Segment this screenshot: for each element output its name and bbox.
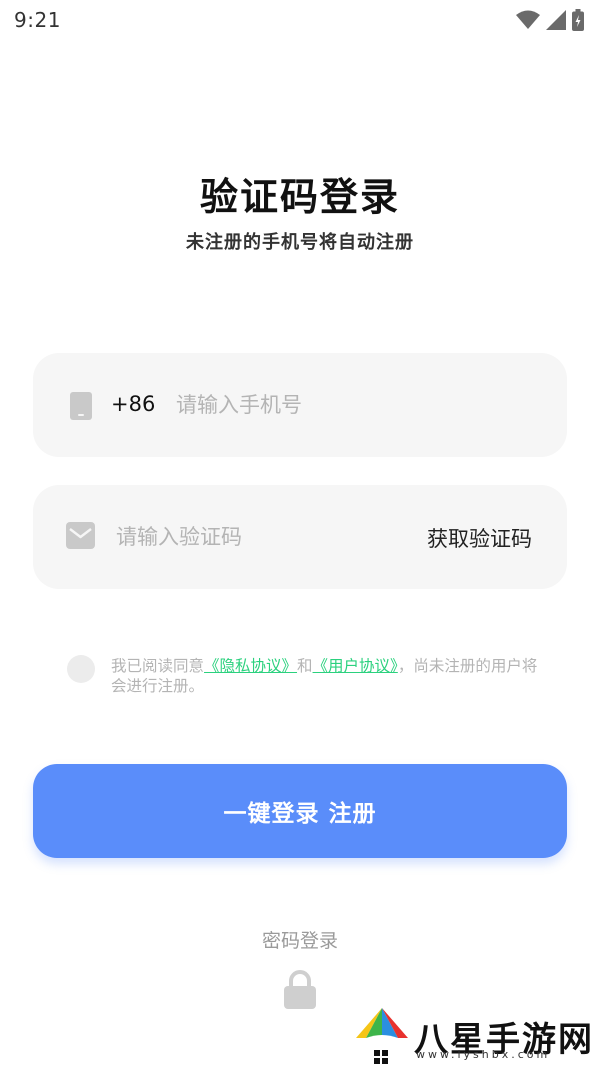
phone-icon	[70, 392, 92, 420]
phone-input[interactable]	[176, 388, 536, 422]
user-agreement-link[interactable]: 《用户协议》	[313, 657, 398, 675]
privacy-policy-link[interactable]: 《隐私协议》	[204, 657, 297, 675]
status-bar: 9:21	[0, 0, 600, 40]
watermark-url: www.lyshbx.com	[416, 1048, 551, 1061]
page-subtitle: 未注册的手机号将自动注册	[186, 232, 414, 253]
agreement-text: 我已阅读同意《隐私协议》和《用户协议》，尚未注册的用户将会进行注册。	[111, 656, 551, 696]
page-title: 验证码登录	[199, 175, 400, 219]
agreement-prefix: 我已阅读同意	[111, 657, 205, 675]
status-time: 9:21	[14, 8, 61, 32]
agreement-connector: 和	[297, 657, 313, 675]
watermark-logo-icon	[356, 1008, 408, 1064]
battery-icon	[572, 9, 584, 31]
lock-icon[interactable]	[282, 970, 318, 1010]
cellular-signal-icon	[546, 10, 566, 30]
verification-code-input[interactable]	[116, 520, 396, 554]
country-code[interactable]: +86	[111, 392, 155, 416]
get-code-button[interactable]: 获取验证码	[427, 523, 532, 553]
status-icons	[516, 9, 584, 31]
agreement-checkbox[interactable]	[67, 655, 95, 683]
mail-icon	[66, 522, 95, 549]
password-login-link[interactable]: 密码登录	[0, 926, 600, 953]
one-click-login-button[interactable]: 一键登录 注册	[33, 764, 567, 858]
wifi-icon	[516, 10, 540, 29]
